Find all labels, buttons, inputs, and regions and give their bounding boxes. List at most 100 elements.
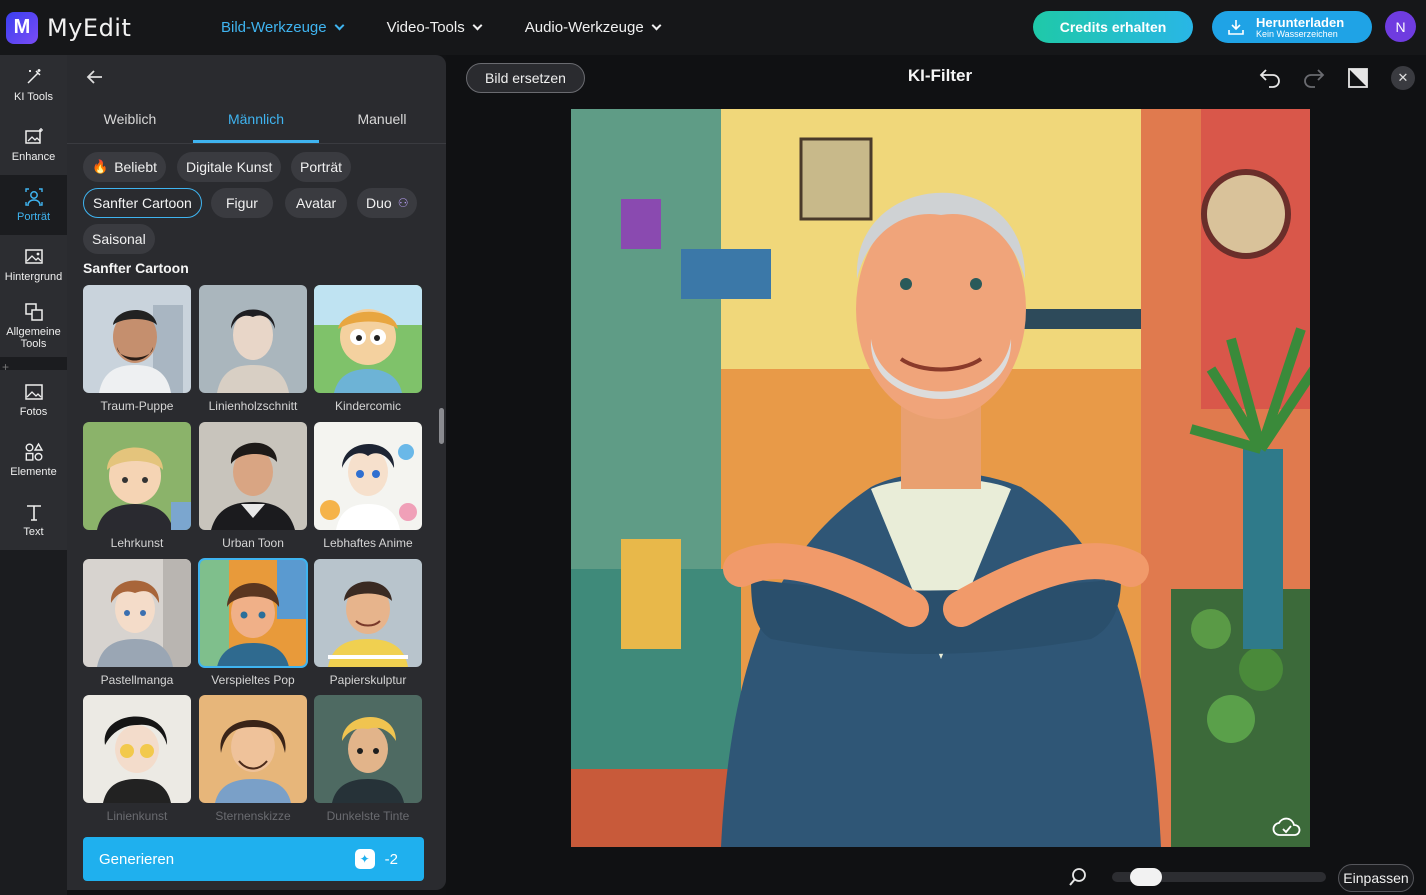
style-label: Dunkelste Tinte	[326, 809, 410, 823]
style-card-sternenskizze[interactable]: Sternenskizze	[199, 695, 307, 823]
general-tools-icon	[24, 303, 43, 321]
chip-sanfter-cartoon[interactable]: Sanfter Cartoon	[83, 188, 202, 218]
replace-image-button[interactable]: Bild ersetzen	[466, 63, 585, 93]
chip-saisonal[interactable]: Saisonal	[83, 224, 155, 254]
style-label: Papierskulptur	[329, 673, 407, 687]
rail-text[interactable]: Text	[0, 490, 67, 550]
style-label: Lehrkunst	[110, 536, 164, 550]
portrait-icon	[24, 188, 43, 206]
section-title: Sanfter Cartoon	[83, 260, 189, 276]
nav-bild-werkzeuge[interactable]: Bild-Werkzeuge	[221, 19, 345, 36]
top-nav: Bild-Werkzeuge Video-Tools Audio-Werkzeu…	[221, 0, 704, 55]
rail-ki-tools[interactable]: KI Tools	[0, 55, 67, 115]
style-thumbnail	[314, 422, 422, 530]
style-card-kindercomic[interactable]: Kindercomic	[314, 285, 422, 413]
rail-label: Porträt	[16, 210, 50, 223]
style-card-traum-puppe[interactable]: Traum-Puppe	[83, 285, 191, 413]
chip-avatar[interactable]: Avatar	[285, 188, 348, 218]
chip-portraet[interactable]: Porträt	[291, 152, 352, 182]
undo-icon[interactable]	[1258, 66, 1282, 90]
enhance-image-icon	[24, 127, 43, 144]
style-card-lehrkunst[interactable]: Lehrkunst	[83, 422, 191, 550]
rail-label: Hintergrund	[4, 270, 63, 283]
chevron-down-icon	[472, 20, 483, 31]
style-thumbnail	[314, 559, 422, 667]
chip-label: Duo	[366, 195, 392, 211]
style-card-dunkelste-tinte[interactable]: Dunkelste Tinte	[314, 695, 422, 823]
rail-enhance[interactable]: Enhance	[0, 115, 67, 175]
compare-icon[interactable]	[1346, 66, 1370, 90]
style-card-pastellmanga[interactable]: Pastellmanga	[83, 559, 191, 687]
top-bar: M MyEdit Bild-Werkzeuge Video-Tools Audi…	[0, 0, 1426, 55]
rail-label: Elemente	[10, 465, 57, 478]
style-card-verspieltes-pop[interactable]: Verspieltes Pop	[198, 558, 308, 687]
chip-digitale-kunst[interactable]: Digitale Kunst	[177, 152, 282, 182]
background-icon	[24, 248, 43, 264]
style-thumbnail	[199, 422, 307, 530]
rail-elemente[interactable]: Elemente	[0, 430, 67, 490]
fit-button[interactable]: Einpassen	[1338, 864, 1414, 892]
tab-manuell[interactable]: Manuell	[319, 98, 445, 143]
tab-weiblich[interactable]: Weiblich	[67, 98, 193, 143]
nav-audio-werkzeuge[interactable]: Audio-Werkzeuge	[524, 19, 662, 36]
chip-duo[interactable]: Duo ⚇	[357, 188, 418, 218]
style-label: Linienholzschnitt	[208, 399, 298, 413]
panel-scrollbar[interactable]	[439, 408, 444, 444]
redo-icon[interactable]	[1302, 66, 1326, 90]
rail-label: Enhance	[11, 150, 56, 163]
filter-panel: Weiblich Männlich Manuell 🔥 Beliebt Digit…	[67, 55, 446, 890]
magic-wand-icon	[26, 68, 41, 84]
download-icon	[1228, 20, 1244, 35]
chip-label: Beliebt	[114, 159, 157, 175]
chip-beliebt[interactable]: 🔥 Beliebt	[83, 152, 166, 182]
user-avatar[interactable]: N	[1385, 11, 1416, 42]
generate-label: Generieren	[99, 850, 175, 868]
app-logo[interactable]: M MyEdit	[6, 11, 132, 44]
style-thumbnail	[83, 695, 191, 803]
tab-maennlich[interactable]: Männlich	[193, 98, 319, 143]
credit-icon: ✦	[354, 849, 375, 869]
style-label: Urban Toon	[222, 536, 284, 550]
style-label: Kindercomic	[334, 399, 402, 413]
style-label: Sternenskizze	[215, 809, 291, 823]
style-card-lebhaftes-anime[interactable]: Lebhaftes Anime	[314, 422, 422, 550]
nav-label: Bild-Werkzeuge	[221, 19, 327, 36]
chevron-down-icon	[651, 20, 662, 31]
rail-allgemeine-tools[interactable]: Allgemeine Tools	[0, 295, 67, 357]
rail-fotos[interactable]: Fotos	[0, 370, 67, 430]
elements-icon	[25, 442, 43, 461]
zoom-slider-handle[interactable]	[1130, 868, 1163, 886]
style-thumbnail	[199, 695, 307, 803]
download-button[interactable]: Herunterladen Kein Wasserzeichen	[1212, 11, 1372, 43]
style-card-papierskulptur[interactable]: Papierskulptur	[314, 559, 422, 687]
download-sublabel: Kein Wasserzeichen	[1256, 28, 1338, 39]
search-icon[interactable]	[1068, 867, 1088, 887]
style-card-linienkunst[interactable]: Linienkunst	[83, 695, 191, 823]
style-card-linienholzschnitt[interactable]: Linienholzschnitt	[199, 285, 307, 413]
rail-label: Text	[23, 525, 44, 538]
style-thumbnail	[198, 558, 308, 668]
generate-button[interactable]: Generieren ✦ -2	[83, 837, 424, 881]
nav-video-tools[interactable]: Video-Tools	[387, 19, 483, 36]
back-arrow-icon[interactable]	[85, 67, 105, 87]
credits-button[interactable]: Credits erhalten	[1033, 11, 1193, 43]
style-thumbnail	[199, 285, 307, 393]
text-icon	[26, 504, 41, 521]
nav-label: Audio-Werkzeuge	[524, 19, 644, 36]
download-label: Herunterladen	[1256, 14, 1345, 30]
chip-figur[interactable]: Figur	[211, 188, 273, 218]
style-card-urban-toon[interactable]: Urban Toon	[199, 422, 307, 550]
app-name: MyEdit	[47, 13, 132, 42]
style-thumbnail	[314, 285, 422, 393]
rail-hintergrund[interactable]: Hintergrund	[0, 235, 67, 295]
tool-rail: KI Tools Enhance Porträt Hintergrund All…	[0, 55, 67, 895]
style-thumbnail	[83, 285, 191, 393]
style-thumbnail	[314, 695, 422, 803]
rail-portrait[interactable]: Porträt	[0, 175, 67, 235]
close-icon[interactable]: ✕	[1391, 66, 1415, 90]
credit-cost-value: -2	[384, 850, 398, 868]
style-label: Verspieltes Pop	[211, 673, 295, 687]
credit-cost: ✦ -2	[354, 849, 398, 869]
gender-tabs: Weiblich Männlich Manuell	[67, 98, 446, 144]
cloud-save-icon[interactable]	[1272, 815, 1302, 839]
